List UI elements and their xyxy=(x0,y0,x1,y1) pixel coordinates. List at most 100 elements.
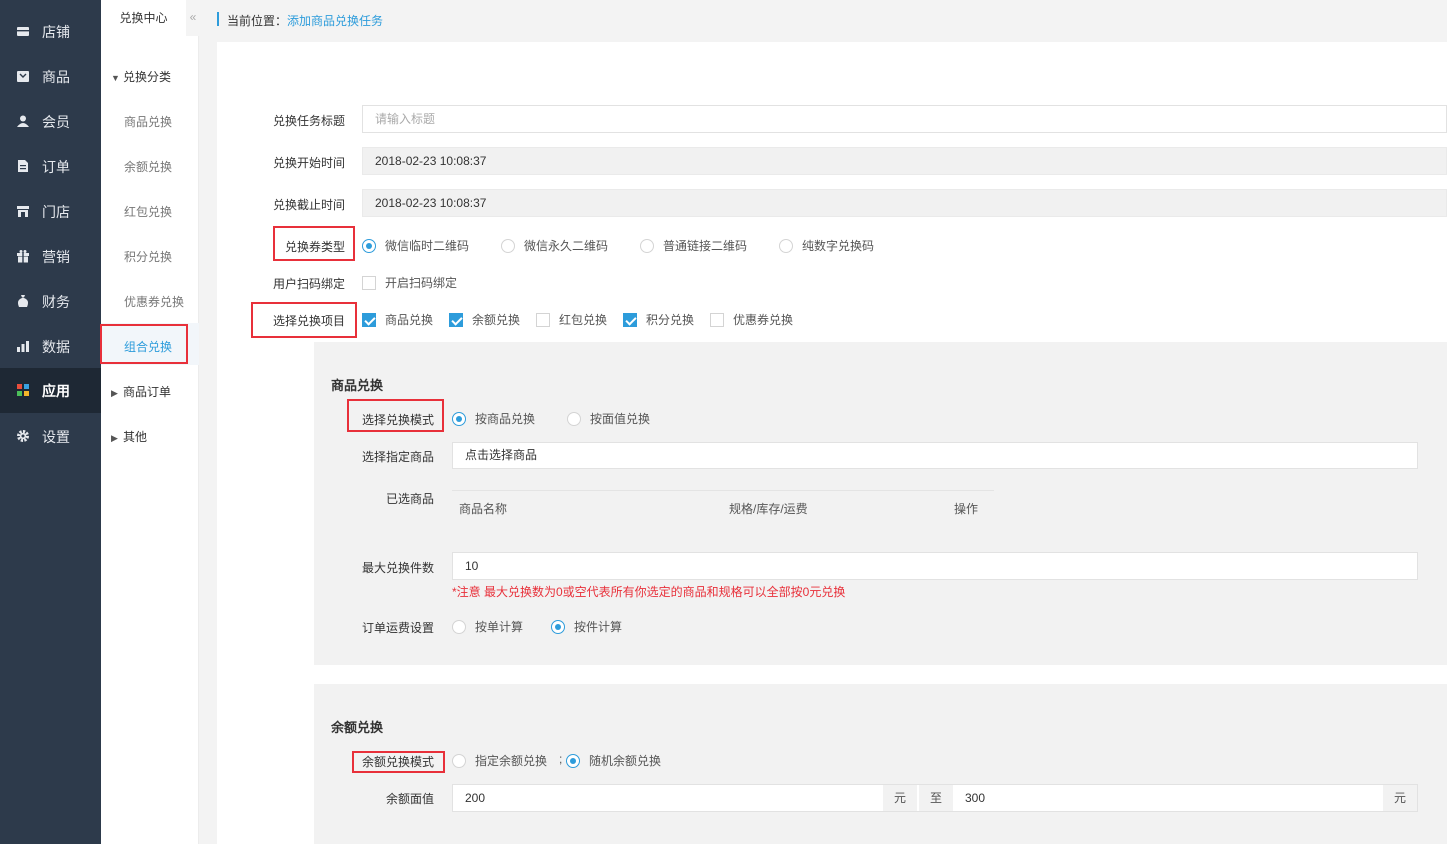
secondary-sidebar: 兑换中心 « ▼ 兑换分类 商品兑换 余额兑换 红包兑换 积分兑换 优惠券兑换 组… xyxy=(101,0,200,844)
highlight-box-combo xyxy=(100,324,188,364)
nav-item-label: 商品 xyxy=(42,68,70,85)
option-label: 优惠券兑换 xyxy=(733,313,794,327)
order-icon xyxy=(18,160,28,172)
caret-right-icon: ▶ xyxy=(111,388,118,398)
subnav-group-category[interactable]: ▼ 兑换分类 xyxy=(111,68,171,85)
subnav-item-goods[interactable]: 商品兑换 xyxy=(124,113,172,130)
min-unit-label: 元 xyxy=(883,785,917,811)
app-root: 店铺 商品 会员 订单 门店 营销 财务 数据 应用 设置 兑换中心 « ▼ 兑… xyxy=(0,0,1447,844)
goods-icon xyxy=(17,71,29,82)
title-placeholder: 请输入标题 xyxy=(375,112,436,126)
option-label: 微信永久二维码 xyxy=(524,239,609,253)
breadcrumb-accent-bar xyxy=(217,12,219,26)
coupon-type-option-digit-code[interactable]: 纯数字兑换码 xyxy=(779,237,874,254)
item-checkbox-points[interactable]: 积分兑换 xyxy=(623,311,694,328)
radio-unselected xyxy=(452,619,466,634)
option-label: 纯数字兑换码 xyxy=(802,239,875,253)
coupon-type-option-link-qr[interactable]: 普通链接二维码 xyxy=(640,237,747,254)
item-checkbox-goods[interactable]: 商品兑换 xyxy=(362,311,433,328)
title-input[interactable]: 请输入标题 xyxy=(362,105,1447,133)
bar-chart-icon xyxy=(17,341,29,352)
balance-range-group: 200 元 至 300 元 xyxy=(452,784,1418,812)
nav-item-member[interactable]: 会员 xyxy=(0,99,101,144)
items-label: 选择兑换项目 xyxy=(272,314,345,328)
balance-max-input[interactable]: 300 xyxy=(965,785,985,811)
max-count-label: 最大兑换件数 xyxy=(361,561,434,575)
max-unit-label: 元 xyxy=(1383,785,1417,811)
balance-mode-label: 余额兑换模式 xyxy=(361,755,434,769)
balance-mode-option-random[interactable]: 随机余额兑换 xyxy=(566,752,661,769)
end-time-input[interactable]: 2018-02-23 10:08:37 xyxy=(362,189,1447,217)
subnav-group-label: 商品订单 xyxy=(123,385,172,399)
subnav-group-label: 兑换分类 xyxy=(123,70,172,84)
collapse-sidebar-button[interactable]: « xyxy=(186,0,200,36)
end-time-label: 兑换截止时间 xyxy=(272,198,345,212)
goods-mode-option-by-goods[interactable]: 按商品兑换 xyxy=(452,410,535,427)
selected-goods-label: 已选商品 xyxy=(385,492,434,506)
nav-item-settings[interactable]: 设置 xyxy=(0,414,101,459)
coupon-type-label: 兑换券类型 xyxy=(284,240,345,254)
nav-item-label: 财务 xyxy=(42,293,70,310)
item-checkbox-balance[interactable]: 余额兑换 xyxy=(449,311,520,328)
option-label: 普通链接二维码 xyxy=(663,239,748,253)
nav-item-shop[interactable]: 门店 xyxy=(0,189,101,234)
radio-unselected xyxy=(779,238,793,253)
nav-item-marketing[interactable]: 营销 xyxy=(0,234,101,279)
option-label: 微信临时二维码 xyxy=(385,239,470,253)
nav-item-store[interactable]: 店铺 xyxy=(0,9,101,54)
breadcrumb-prefix: 当前位置： xyxy=(227,14,288,28)
balance-mode-separator: ; xyxy=(559,752,563,766)
option-label: 按商品兑换 xyxy=(475,412,536,426)
column-spec-stock-freight: 规格/库存/运费 xyxy=(729,502,808,516)
balance-min-input[interactable]: 200 xyxy=(465,785,485,811)
member-icon xyxy=(17,115,29,127)
subnav-item-points[interactable]: 积分兑换 xyxy=(124,248,172,265)
caret-down-icon: ▼ xyxy=(111,73,120,83)
option-label: 按单计算 xyxy=(475,620,524,634)
balance-exchange-section: 余额兑换 余额兑换模式 指定余额兑换 ; 随机余额兑换 余额面值 200 元 至… xyxy=(314,684,1447,844)
radio-unselected xyxy=(567,411,581,426)
goods-mode-option-by-value[interactable]: 按面值兑换 xyxy=(567,410,650,427)
goods-section-title: 商品兑换 xyxy=(331,378,384,393)
goods-exchange-section: 商品兑换 选择兑换模式 按商品兑换 按面值兑换 选择指定商品 点击选择商品 已选… xyxy=(314,342,1447,665)
breadcrumb-text: 当前位置：添加商品兑换任务 xyxy=(227,12,383,29)
nav-item-label: 营销 xyxy=(42,248,70,265)
radio-unselected xyxy=(640,238,654,253)
nav-item-label: 门店 xyxy=(42,203,70,220)
item-checkbox-coupon[interactable]: 优惠券兑换 xyxy=(710,311,793,328)
option-label: 随机余额兑换 xyxy=(589,754,662,768)
option-label: 红包兑换 xyxy=(559,313,608,327)
start-time-label: 兑换开始时间 xyxy=(272,156,345,170)
scan-bind-checkbox[interactable]: 开启扫码绑定 xyxy=(362,274,457,291)
max-count-input[interactable]: 10 xyxy=(452,552,1418,580)
column-actions: 操作 xyxy=(954,502,979,516)
breadcrumb-current-link[interactable]: 添加商品兑换任务 xyxy=(287,14,383,28)
subnav-item-coupon[interactable]: 优惠券兑换 xyxy=(124,293,184,310)
main-panel: 兑换任务标题 请输入标题 兑换开始时间 2018-02-23 10:08:37 … xyxy=(217,42,1447,844)
balance-mode-option-fixed[interactable]: 指定余额兑换 xyxy=(452,752,547,769)
item-checkbox-redpacket[interactable]: 红包兑换 xyxy=(536,311,607,328)
freight-option-per-item[interactable]: 按件计算 xyxy=(551,618,622,635)
coupon-type-option-temp-qr[interactable]: 微信临时二维码 xyxy=(362,237,469,254)
nav-item-finance[interactable]: 财务 xyxy=(0,279,101,324)
nav-item-data[interactable]: 数据 xyxy=(0,324,101,369)
checkbox-checked xyxy=(623,312,637,327)
subnav-item-redpacket[interactable]: 红包兑换 xyxy=(124,203,172,220)
nav-item-apps[interactable]: 应用 xyxy=(0,368,101,413)
coupon-type-option-perm-qr[interactable]: 微信永久二维码 xyxy=(501,237,608,254)
subnav-group-orders[interactable]: ▶ 商品订单 xyxy=(111,383,171,400)
subnav-group-other[interactable]: ▶ 其他 xyxy=(111,428,147,445)
pick-goods-input[interactable]: 点击选择商品 xyxy=(452,442,1418,469)
option-label: 指定余额兑换 xyxy=(475,754,548,768)
nav-item-order[interactable]: 订单 xyxy=(0,144,101,189)
nav-item-goods[interactable]: 商品 xyxy=(0,54,101,99)
subnav-item-balance[interactable]: 余额兑换 xyxy=(124,158,172,175)
nav-item-label: 会员 xyxy=(42,113,70,130)
goods-mode-label: 选择兑换模式 xyxy=(361,413,434,427)
radio-selected xyxy=(452,411,466,426)
option-label: 按面值兑换 xyxy=(590,412,651,426)
checkbox-checked xyxy=(362,312,376,327)
freight-option-per-order[interactable]: 按单计算 xyxy=(452,618,523,635)
start-time-input[interactable]: 2018-02-23 10:08:37 xyxy=(362,147,1447,175)
max-count-note: *注意 最大兑换数为0或空代表所有你选定的商品和规格可以全部按0元兑换 xyxy=(452,585,846,599)
